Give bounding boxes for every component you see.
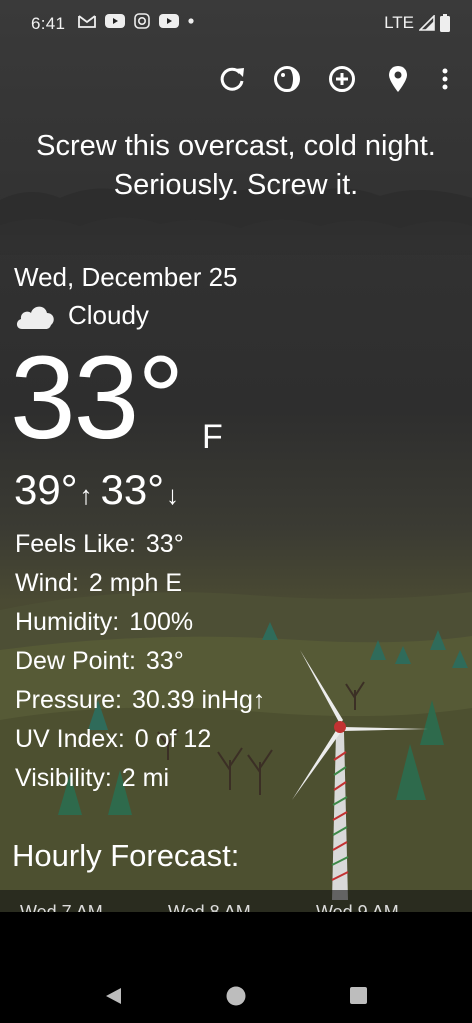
signal-icon [419,15,435,31]
up-arrow-icon: ↑ [79,480,93,510]
weather-details: Feels Like: 33° Wind: 2 mph E Humidity: 100… [15,528,265,801]
detail-value: 33° [145,647,184,675]
notification-icons [78,13,194,29]
hourly-item[interactable]: Wed 8 AM [168,902,251,912]
network-type: LTE [384,13,414,32]
add-location-icon [329,66,355,92]
high-temp: 39° [14,466,78,513]
hourly-item[interactable]: Wed 9 AM [316,902,399,912]
home-icon[interactable] [225,986,247,1008]
detail-label: Wind: [15,569,79,597]
refresh-button[interactable] [215,62,249,96]
detail-label: Visibility: [15,764,112,792]
detail-value: 0 of 12 [134,725,212,753]
hourly-forecast-title: Hourly Forecast: [12,838,240,873]
location-pin-icon [389,66,407,92]
gmail-icon [78,15,96,28]
detail-humidity: Humidity: 100% [15,606,265,645]
current-temperature: 33° [10,332,184,464]
detail-uv-index: UV Index: 0 of 12 [15,723,265,762]
high-low-temps: 39° ↑ 33° ↓ [14,466,187,514]
location-button[interactable] [381,62,415,96]
detail-feels-like: Feels Like: 33° [15,528,265,567]
down-arrow-icon: ↓ [166,480,180,510]
status-time: 6:41 [31,14,66,33]
toolbar [0,60,472,98]
detail-label: Pressure: [15,686,122,714]
detail-visibility: Visibility: 2 mi [15,762,265,801]
theme-button[interactable] [270,62,304,96]
detail-label: Humidity: [15,608,120,636]
detail-value: 30.39 inHg↑ [131,686,266,714]
detail-wind: Wind: 2 mph E [15,567,265,606]
cloud-icon [16,306,54,329]
hourly-item[interactable]: Wed 7 AM [20,902,103,912]
detail-label: Feels Like: [15,530,136,558]
battery-icon [440,14,450,32]
status-right: LTE [384,13,450,33]
weather-headline: Screw this overcast, cold night. Serious… [36,130,436,201]
add-location-button[interactable] [325,62,359,96]
condition-row: Cloudy [14,300,149,331]
instagram-icon [134,13,150,29]
detail-dew-point: Dew Point: 33° [15,645,265,684]
current-date: Wed, December 25 [14,262,238,292]
detail-value: 2 mi [121,764,170,792]
back-icon[interactable] [103,986,123,1006]
detail-value: 2 mph E [88,569,183,597]
detail-label: Dew Point: [15,647,136,675]
detail-value: 33° [145,530,184,558]
condition-text: Cloudy [68,300,149,330]
recents-icon[interactable] [349,986,369,1006]
theme-icon [274,66,300,92]
more-options-button[interactable] [430,62,460,96]
status-bar: 6:41 LTE [0,0,472,46]
low-temp: 33° [100,466,165,513]
youtube-icon [105,14,125,28]
detail-value: 100% [129,608,194,636]
dot-icon [188,18,194,24]
detail-pressure: Pressure: 30.39 inHg↑ [15,684,265,723]
detail-label: UV Index: [15,725,125,753]
more-vert-icon [442,68,448,90]
youtube-icon [159,14,179,28]
refresh-icon [220,67,244,91]
hourly-forecast-list[interactable]: Wed 7 AM Wed 8 AM Wed 9 AM [0,890,472,912]
temperature-unit: F [202,418,223,456]
